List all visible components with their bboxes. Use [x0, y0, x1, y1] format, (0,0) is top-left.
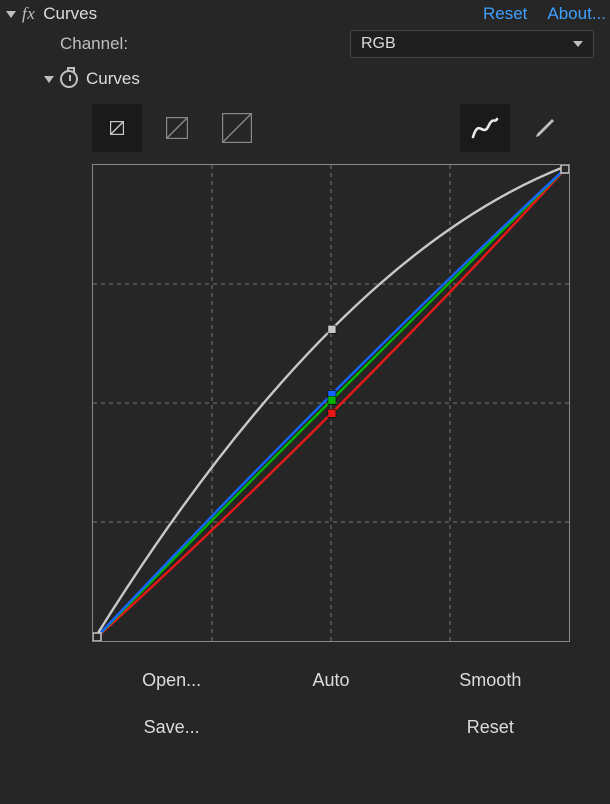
small-grid-icon — [110, 121, 124, 135]
smooth-button[interactable]: Smooth — [411, 660, 570, 701]
save-button[interactable]: Save... — [92, 707, 251, 748]
fx-badge[interactable]: fx — [22, 4, 35, 24]
curves-buttons-row-2: Save... Reset — [92, 707, 570, 748]
channel-label: Channel: — [60, 34, 350, 54]
effect-header: fx Curves Reset About... — [0, 0, 610, 28]
pencil-icon — [533, 116, 557, 140]
curves-property-row: Curves — [0, 64, 610, 94]
channel-row: Channel: RGB — [0, 28, 610, 60]
about-link[interactable]: About... — [547, 4, 606, 24]
curves-editor: Open... Auto Smooth Save... Reset — [0, 94, 610, 748]
bezier-tool-button[interactable] — [460, 104, 510, 152]
stopwatch-icon[interactable] — [60, 70, 78, 88]
curves-graph[interactable] — [92, 164, 570, 642]
curve-reset-button[interactable]: Reset — [411, 707, 570, 748]
grid-size-medium-button[interactable] — [152, 104, 202, 152]
curves-effect-panel: fx Curves Reset About... Channel: RGB Cu… — [0, 0, 610, 804]
pencil-tool-button[interactable] — [520, 104, 570, 152]
grid-size-small-button[interactable] — [92, 104, 142, 152]
curves-buttons-row-1: Open... Auto Smooth — [92, 660, 570, 701]
reset-link[interactable]: Reset — [483, 4, 527, 24]
channel-select[interactable]: RGB — [350, 30, 594, 58]
medium-grid-icon — [166, 117, 188, 139]
collapse-triangle-icon[interactable] — [6, 11, 16, 18]
curves-toolbar — [92, 104, 570, 152]
chevron-down-icon — [573, 41, 583, 47]
bezier-icon — [471, 115, 499, 141]
property-collapse-triangle-icon[interactable] — [44, 76, 54, 83]
effect-title[interactable]: Curves — [43, 4, 97, 24]
open-button[interactable]: Open... — [92, 660, 251, 701]
grid-size-large-button[interactable] — [212, 104, 262, 152]
auto-button[interactable]: Auto — [251, 660, 410, 701]
property-name: Curves — [86, 69, 140, 89]
channel-selected-value: RGB — [361, 35, 396, 53]
large-grid-icon — [222, 113, 252, 143]
